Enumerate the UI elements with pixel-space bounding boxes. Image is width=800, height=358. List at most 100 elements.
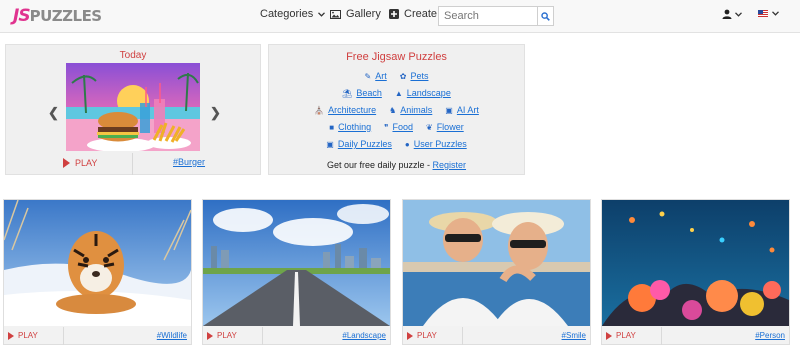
chevron-down-icon bbox=[318, 11, 326, 17]
horse-icon: ♞ bbox=[389, 105, 397, 115]
nav-categories[interactable]: Categories bbox=[260, 8, 326, 20]
category-flower[interactable]: ❦ Flower bbox=[426, 122, 464, 132]
category-daily-puzzles[interactable]: ▣ Daily Puzzles bbox=[326, 139, 392, 149]
divider bbox=[661, 327, 662, 345]
user-menu[interactable] bbox=[722, 9, 742, 19]
category-user-puzzles[interactable]: ● User Puzzles bbox=[405, 139, 467, 149]
category-clothing[interactable]: ■ Clothing bbox=[329, 122, 371, 132]
chevron-down-icon bbox=[735, 11, 742, 17]
previous-arrow-icon[interactable]: ❮ bbox=[48, 105, 59, 121]
category-row: ▣ Daily Puzzles ● User Puzzles bbox=[269, 139, 524, 149]
category-architecture[interactable]: ⛪ Architecture bbox=[314, 105, 376, 115]
logo-js-text: JS bbox=[13, 6, 31, 26]
today-play-button[interactable]: PLAY bbox=[63, 158, 97, 168]
landmark-icon: ⛪ bbox=[314, 105, 325, 115]
logo-puzzles-text: PUZZLES bbox=[29, 7, 103, 25]
play-icon bbox=[606, 331, 612, 340]
shirt-icon: ■ bbox=[329, 122, 335, 132]
play-button[interactable]: PLAY bbox=[407, 331, 437, 340]
category-row: ■ Clothing ❞ Food ❦ Flower bbox=[269, 122, 524, 132]
play-label: PLAY bbox=[616, 331, 636, 340]
category-label[interactable]: Art bbox=[375, 71, 387, 81]
today-puzzle-panel: Today ❮ ❯ PLAY #Burger bbox=[5, 44, 261, 175]
puzzle-thumbnail-reef[interactable] bbox=[602, 200, 789, 326]
play-icon bbox=[8, 331, 14, 340]
category-animals[interactable]: ♞ Animals bbox=[389, 105, 432, 115]
puzzle-thumbnail-road[interactable] bbox=[203, 200, 390, 326]
nav-create[interactable]: Create bbox=[389, 8, 437, 20]
play-label: PLAY bbox=[417, 331, 437, 340]
play-label: PLAY bbox=[18, 331, 38, 340]
puzzle-card[interactable]: PLAY #Wildlife bbox=[3, 199, 192, 345]
category-label[interactable]: AI Art bbox=[457, 105, 479, 115]
search-button[interactable] bbox=[537, 6, 554, 26]
category-label[interactable]: Beach bbox=[356, 88, 382, 98]
category-pets[interactable]: ✿ Pets bbox=[400, 71, 429, 81]
category-label[interactable]: Clothing bbox=[338, 122, 371, 132]
nav-categories-label: Categories bbox=[260, 8, 314, 20]
paw-icon: ✿ bbox=[399, 71, 407, 81]
nav-gallery-label: Gallery bbox=[346, 8, 381, 20]
category-label[interactable]: User Puzzles bbox=[414, 139, 467, 149]
play-icon bbox=[207, 331, 213, 340]
divider bbox=[462, 327, 463, 345]
image-icon: ▣ bbox=[326, 139, 334, 149]
image-icon bbox=[330, 9, 341, 19]
tag-link[interactable]: #Wildlife bbox=[157, 331, 187, 340]
site-logo[interactable]: JS PUZZLES bbox=[13, 5, 102, 27]
puzzle-thumbnail-tiger[interactable] bbox=[4, 200, 191, 326]
puzzle-card[interactable]: PLAY #Smile bbox=[402, 199, 591, 345]
tag-link[interactable]: #Landscape bbox=[342, 331, 386, 340]
search-icon bbox=[541, 11, 550, 21]
tag-link[interactable]: #Smile bbox=[562, 331, 586, 340]
register-link[interactable]: Register bbox=[433, 160, 467, 170]
tag-link[interactable]: #Person bbox=[755, 331, 785, 340]
plus-square-icon bbox=[389, 9, 399, 19]
category-ai-art[interactable]: ▣ AI Art bbox=[445, 105, 479, 115]
play-button[interactable]: PLAY bbox=[8, 331, 38, 340]
register-line: Get our free daily puzzle - Register bbox=[269, 160, 524, 170]
category-label[interactable]: Pets bbox=[410, 71, 428, 81]
next-arrow-icon[interactable]: ❯ bbox=[210, 105, 221, 121]
divider bbox=[63, 327, 64, 345]
today-puzzle-image[interactable] bbox=[66, 63, 200, 151]
category-label[interactable]: Daily Puzzles bbox=[338, 139, 392, 149]
language-menu[interactable] bbox=[758, 10, 779, 17]
register-text: Get our free daily puzzle - bbox=[326, 160, 433, 170]
play-button[interactable]: PLAY bbox=[207, 331, 237, 340]
leaf-icon: ❦ bbox=[425, 122, 433, 132]
puzzle-thumbnail-couple[interactable] bbox=[403, 200, 590, 326]
category-landscape[interactable]: ▲ Landscape bbox=[395, 88, 451, 98]
category-row: ⛪ Architecture ♞ Animals ▣ AI Art bbox=[269, 105, 524, 115]
category-art[interactable]: ✎ Art bbox=[365, 71, 387, 81]
free-puzzles-title: Free Jigsaw Puzzles bbox=[346, 51, 447, 63]
us-flag-icon bbox=[758, 10, 768, 17]
today-tag-link[interactable]: #Burger bbox=[173, 157, 205, 167]
category-label[interactable]: Food bbox=[392, 122, 413, 132]
puzzle-card[interactable]: PLAY #Person bbox=[601, 199, 790, 345]
category-row: ⛱ Beach ▲ Landscape bbox=[269, 88, 524, 98]
top-navbar: JS PUZZLES Categories Gallery Create bbox=[0, 0, 800, 33]
play-label: PLAY bbox=[217, 331, 237, 340]
category-beach[interactable]: ⛱ Beach bbox=[342, 88, 382, 98]
divider bbox=[132, 153, 133, 175]
today-play-label: PLAY bbox=[75, 158, 98, 168]
free-puzzles-panel: Free Jigsaw Puzzles ✎ Art ✿ Pets ⛱ Beach ▲ L… bbox=[268, 44, 525, 175]
category-food[interactable]: ❞ Food bbox=[384, 122, 413, 132]
play-icon bbox=[63, 158, 70, 168]
search-input[interactable] bbox=[438, 6, 537, 26]
puzzle-card[interactable]: PLAY #Landscape bbox=[202, 199, 391, 345]
category-label[interactable]: Flower bbox=[437, 122, 464, 132]
category-row: ✎ Art ✿ Pets bbox=[269, 71, 524, 81]
mountain-icon: ▲ bbox=[394, 88, 403, 98]
category-label[interactable]: Landscape bbox=[407, 88, 451, 98]
category-label[interactable]: Architecture bbox=[328, 105, 376, 115]
category-label[interactable]: Animals bbox=[400, 105, 432, 115]
nav-gallery[interactable]: Gallery bbox=[330, 8, 381, 20]
play-icon bbox=[407, 331, 413, 340]
utensils-icon: ❞ bbox=[384, 122, 389, 132]
laptop-icon: ▣ bbox=[445, 105, 453, 115]
play-button[interactable]: PLAY bbox=[606, 331, 636, 340]
chevron-down-icon bbox=[772, 11, 779, 16]
today-title: Today bbox=[119, 50, 147, 61]
